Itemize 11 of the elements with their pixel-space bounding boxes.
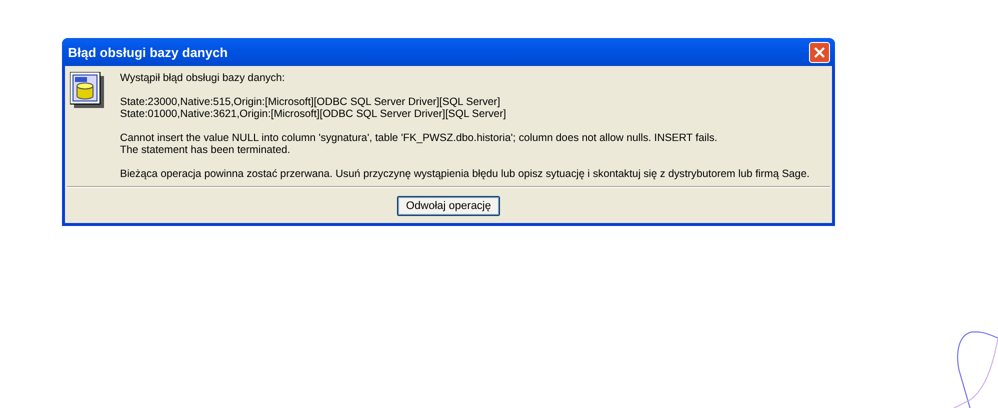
close-button[interactable] xyxy=(809,42,830,62)
error-detail-line: The statement has been terminated. xyxy=(120,144,292,156)
error-heading: Wystąpił błąd obsługi bazy danych: xyxy=(120,72,286,84)
cancel-operation-button[interactable]: Odwołaj operację xyxy=(397,196,500,216)
error-detail-line: Cannot insert the value NULL into column 'sygnatura', table 'FK_PWSZ.dbo.historia'; column does not allow nulls. INSERT fails. xyxy=(120,132,718,144)
database-icon xyxy=(70,72,104,108)
advice-text: Bieżąca operacja powinna zostać przerwana. Usuń przyczynę wystąpienia błędu lub opisz sytuację i skontaktuj się z dystrybutorem lub firmą Sage. xyxy=(120,168,810,180)
close-icon xyxy=(813,46,826,58)
error-state-line: State:01000,Native:3621,Origin:[Microsoft][ODBC SQL Server Driver][SQL Server] xyxy=(120,108,508,120)
window-title: Błąd obsługi bazy danych xyxy=(68,44,229,60)
error-state-line: State:23000,Native:515,Origin:[Microsoft][ODBC SQL Server Driver][SQL Server] xyxy=(120,96,502,108)
